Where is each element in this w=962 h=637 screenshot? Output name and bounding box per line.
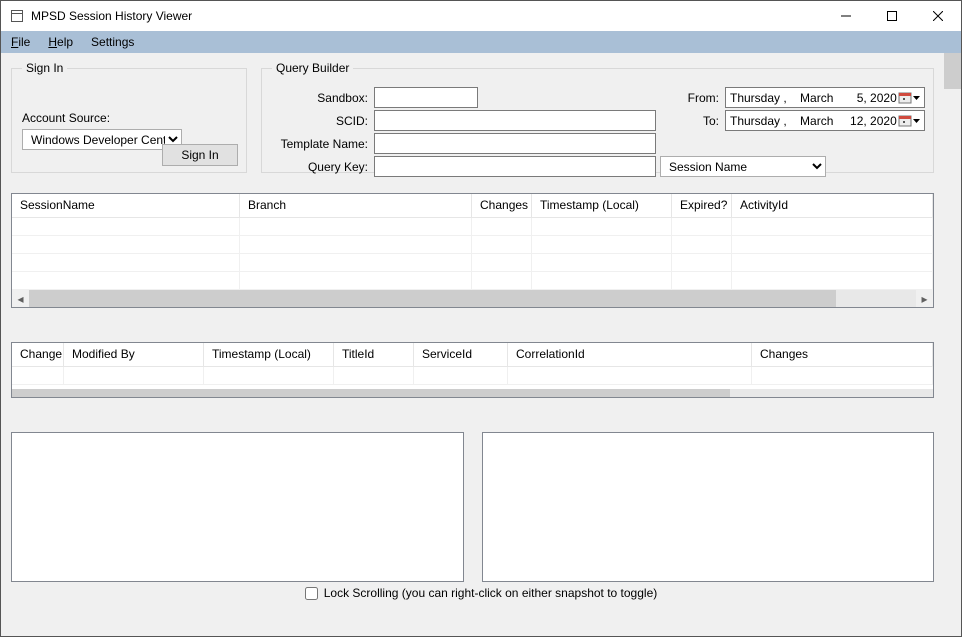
menu-file[interactable]: File (11, 35, 30, 49)
titlebar: MPSD Session History Viewer (1, 1, 961, 31)
from-datepicker[interactable]: Thursday , March 5, 2020 (725, 87, 925, 108)
scid-label: SCID: (268, 114, 368, 128)
col-activityid[interactable]: ActivityId (732, 194, 933, 218)
app-icon (9, 8, 25, 24)
query-key-type-select[interactable]: Session Name (660, 156, 826, 177)
col2-change[interactable]: Change (12, 343, 64, 367)
changes-grid[interactable]: Change Modified By Timestamp (Local) Tit… (11, 342, 934, 398)
query-legend: Query Builder (272, 61, 353, 75)
col2-timestamp[interactable]: Timestamp (Local) (204, 343, 334, 367)
window-title: MPSD Session History Viewer (31, 9, 823, 23)
changes-hscroll[interactable] (12, 389, 933, 397)
menubar: File Help Settings (1, 31, 961, 53)
changes-grid-body (12, 367, 933, 389)
lock-scrolling-checkbox[interactable] (305, 587, 318, 600)
col2-changes[interactable]: Changes (752, 343, 933, 367)
maximize-button[interactable] (869, 1, 915, 31)
col-changes[interactable]: Changes (472, 194, 532, 218)
col-sessionname[interactable]: SessionName (12, 194, 240, 218)
scid-input[interactable] (374, 110, 656, 131)
account-source-label: Account Source: (22, 111, 110, 125)
close-button[interactable] (915, 1, 961, 31)
to-label: To: (679, 114, 719, 128)
scroll-left-icon[interactable]: ◂ (12, 290, 29, 307)
menu-help[interactable]: Help (48, 35, 73, 49)
signin-legend: Sign In (22, 61, 67, 75)
query-key-input[interactable] (374, 156, 656, 177)
footer: Lock Scrolling (you can right-click on e… (11, 582, 951, 605)
template-label: Template Name: (268, 137, 368, 151)
account-source-select[interactable]: Windows Developer Center (22, 129, 182, 150)
signin-button[interactable]: Sign In (162, 144, 238, 166)
client-area: Sign In Account Source: Windows Develope… (1, 53, 961, 636)
minimize-button[interactable] (823, 1, 869, 31)
col2-serviceid[interactable]: ServiceId (414, 343, 508, 367)
menu-settings[interactable]: Settings (91, 35, 134, 49)
sessions-grid[interactable]: SessionName Branch Changes Timestamp (Lo… (11, 193, 934, 308)
col-branch[interactable]: Branch (240, 194, 472, 218)
sessions-hscroll[interactable]: ◂ ▸ (12, 290, 933, 307)
vertical-scrollbar[interactable] (944, 53, 961, 636)
col-timestamp[interactable]: Timestamp (Local) (532, 194, 672, 218)
sandbox-input[interactable] (374, 87, 478, 108)
calendar-icon (898, 114, 920, 128)
snapshot-right-pane[interactable] (482, 432, 935, 582)
sandbox-label: Sandbox: (268, 91, 368, 105)
col-expired[interactable]: Expired? (672, 194, 732, 218)
query-builder-group: Query Builder Sandbox: SCID: Template Na… (261, 61, 934, 173)
to-datepicker[interactable]: Thursday , March 12, 2020 (725, 110, 925, 131)
lock-scrolling-label[interactable]: Lock Scrolling (you can right-click on e… (305, 586, 658, 600)
sessions-grid-body (12, 218, 933, 290)
scroll-right-icon[interactable]: ▸ (916, 290, 933, 307)
template-input[interactable] (374, 133, 656, 154)
snapshot-left-pane[interactable] (11, 432, 464, 582)
signin-group: Sign In Account Source: Windows Develope… (11, 61, 247, 173)
query-key-label: Query Key: (268, 160, 368, 174)
col2-titleid[interactable]: TitleId (334, 343, 414, 367)
from-label: From: (679, 91, 719, 105)
col2-correlationid[interactable]: CorrelationId (508, 343, 752, 367)
calendar-icon (898, 91, 920, 105)
col2-modifiedby[interactable]: Modified By (64, 343, 204, 367)
